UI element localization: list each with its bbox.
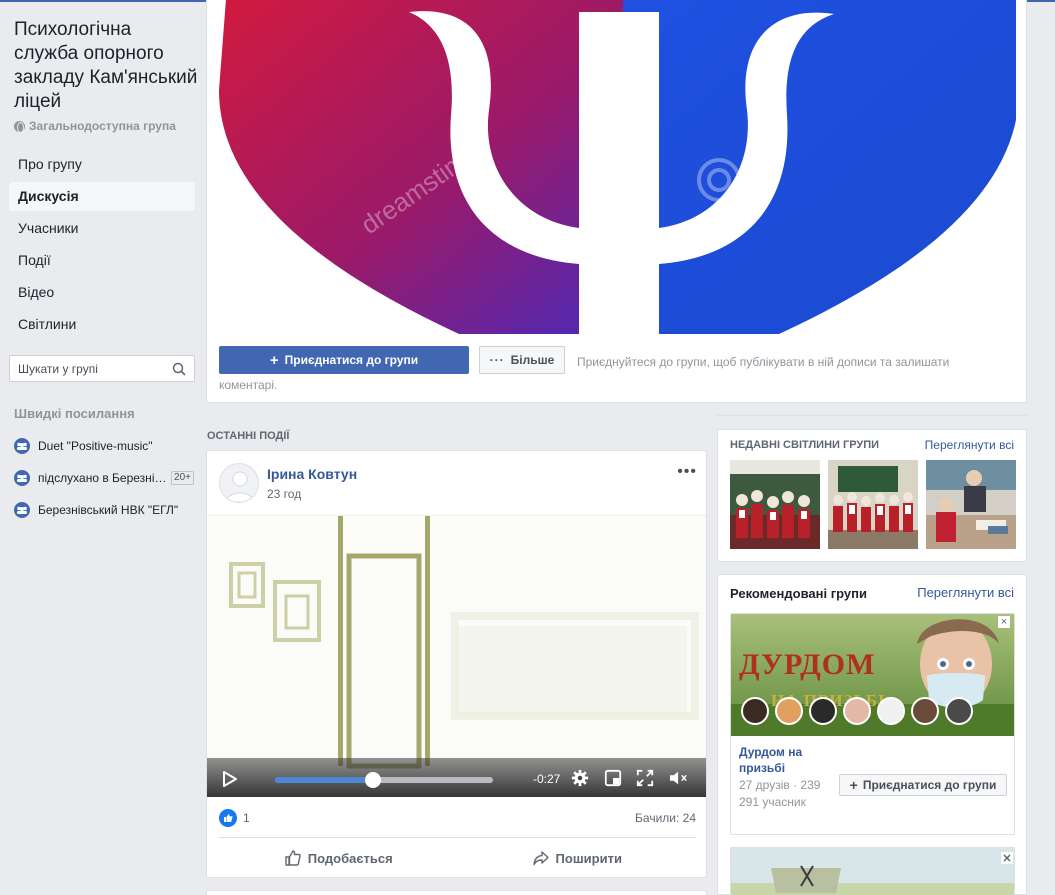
like-button[interactable]: Подобається bbox=[219, 845, 458, 871]
video-progress-fill bbox=[275, 777, 374, 783]
photos-see-all-link[interactable]: Переглянути всі bbox=[925, 438, 1014, 452]
video-progress-bar[interactable] bbox=[275, 772, 493, 788]
nav-item-photos[interactable]: Світлини bbox=[9, 310, 195, 339]
group-banner bbox=[731, 848, 1014, 895]
post-actions: Подобається Поширити bbox=[219, 845, 696, 871]
divider bbox=[219, 837, 696, 838]
post-options-icon[interactable]: ••• bbox=[677, 463, 697, 481]
quick-link-label: Березнівський НВК "ЕГЛ" bbox=[38, 503, 179, 517]
fullscreen-icon[interactable] bbox=[635, 769, 655, 787]
share-button[interactable]: Поширити bbox=[458, 845, 697, 871]
join-recommended-label: Приєднатися до групи bbox=[862, 778, 997, 792]
more-label: Більше bbox=[510, 353, 555, 367]
video-controls: -0:27 bbox=[207, 758, 706, 797]
banner-title-text: ДУРДОМ bbox=[739, 648, 875, 681]
divider bbox=[717, 415, 1027, 416]
quick-link-label: Duet "Positive-music" bbox=[38, 439, 153, 453]
group-search-input[interactable] bbox=[10, 356, 160, 381]
post-card: Ірина Ковтун 23 год ••• -0:27 1 Бачили: … bbox=[206, 450, 707, 878]
quick-links-list: Duet "Positive-music" підслухано в Берез… bbox=[14, 430, 194, 526]
recommended-groups-title: Рекомендовані групи bbox=[730, 586, 867, 601]
nav-item-members[interactable]: Учасники bbox=[9, 214, 195, 243]
nav-item-about[interactable]: Про групу bbox=[9, 150, 195, 179]
join-group-label: Приєднатися до групи bbox=[284, 353, 419, 367]
plus-icon: + bbox=[269, 351, 279, 369]
post-timestamp[interactable]: 23 год bbox=[267, 487, 301, 501]
cover-photo[interactable]: dreamstime dreamstime bbox=[219, 0, 1016, 334]
plus-icon: + bbox=[849, 777, 858, 793]
like-count[interactable]: 1 bbox=[243, 811, 250, 825]
recommended-group-item[interactable] bbox=[730, 847, 1015, 895]
close-icon[interactable]: × bbox=[998, 616, 1010, 628]
recent-events-label: ОСТАННІ ПОДІЇ bbox=[207, 430, 290, 442]
join-group-button[interactable]: + Приєднатися до групи bbox=[219, 346, 469, 374]
like-reaction-icon[interactable] bbox=[219, 809, 237, 827]
recent-photos-card: НЕДАВНІ СВІТЛИНИ ГРУПИ Переглянути всі bbox=[717, 429, 1027, 562]
groups-see-all-link[interactable]: Переглянути всі bbox=[917, 585, 1014, 600]
quick-link-item[interactable]: підслухано в Березнівському 20+ bbox=[14, 462, 194, 494]
photo-thumbnail[interactable] bbox=[730, 460, 820, 549]
globe-icon bbox=[14, 120, 25, 133]
video-frame bbox=[207, 516, 706, 797]
group-title[interactable]: Психологічна служба опорного закладу Кам… bbox=[14, 18, 199, 114]
video-scrubber-handle[interactable] bbox=[365, 772, 382, 788]
like-label: Подобається bbox=[307, 850, 393, 866]
recommended-group-name[interactable]: Дурдом на призьбі bbox=[739, 744, 819, 776]
group-icon bbox=[14, 502, 30, 518]
ellipsis-icon: ··· bbox=[489, 353, 505, 367]
left-sidebar: Психологічна служба опорного закладу Кам… bbox=[0, 0, 200, 895]
gear-icon[interactable] bbox=[570, 769, 590, 787]
view-count: Бачили: 24 bbox=[635, 811, 696, 825]
group-banner[interactable]: ДУРДОМ НА ПРИЗЬБІ × bbox=[731, 614, 1014, 736]
share-label: Поширити bbox=[555, 850, 622, 866]
photo-thumbnail[interactable] bbox=[926, 460, 1016, 549]
quick-link-item[interactable]: Березнівський НВК "ЕГЛ" bbox=[14, 494, 194, 526]
recommended-groups-card: Рекомендовані групи Переглянути всі ДУРД… bbox=[717, 574, 1027, 895]
new-posts-badge: 20+ bbox=[171, 471, 194, 485]
group-privacy: Загальнодоступна група bbox=[14, 119, 176, 133]
post-author[interactable]: Ірина Ковтун bbox=[267, 466, 357, 482]
nav-item-videos[interactable]: Відео bbox=[9, 278, 195, 307]
nav-item-events[interactable]: Події bbox=[9, 246, 195, 275]
thumbs-up-icon bbox=[285, 850, 301, 866]
video-time-remaining: -0:27 bbox=[533, 772, 561, 786]
recommended-group-meta: 27 друзів · 239 291 учасник bbox=[739, 778, 821, 809]
nav-item-discussion[interactable]: Дискусія bbox=[9, 182, 195, 211]
quick-link-item[interactable]: Duet "Positive-music" bbox=[14, 430, 194, 462]
privacy-label: Загальнодоступна група bbox=[29, 119, 176, 133]
group-icon bbox=[14, 438, 30, 454]
recent-photos-title: НЕДАВНІ СВІТЛИНИ ГРУПИ bbox=[730, 439, 880, 451]
group-icon bbox=[14, 470, 30, 486]
video-player[interactable]: -0:27 bbox=[207, 515, 706, 797]
recommended-group-item: ДУРДОМ НА ПРИЗЬБІ × Дурдом на bbox=[730, 613, 1015, 835]
share-icon bbox=[532, 851, 549, 866]
play-icon[interactable] bbox=[223, 771, 237, 787]
photo-thumbnail[interactable] bbox=[828, 460, 918, 549]
group-nav: Про групу Дискусія Учасники Події Відео … bbox=[9, 150, 195, 342]
quick-links-title: Швидкі посилання bbox=[14, 406, 135, 421]
picture-in-picture-icon[interactable] bbox=[603, 769, 623, 787]
search-icon[interactable] bbox=[172, 362, 186, 376]
quick-link-label: підслухано в Березнівському bbox=[38, 471, 167, 485]
post-stats: 1 Бачили: 24 bbox=[219, 807, 696, 829]
join-recommended-group-button[interactable]: + Приєднатися до групи bbox=[839, 774, 1007, 796]
more-button[interactable]: ··· Більше bbox=[479, 346, 565, 374]
mute-icon[interactable] bbox=[667, 769, 691, 787]
next-post-card bbox=[206, 890, 707, 895]
avatar[interactable] bbox=[219, 463, 259, 503]
group-cover-card: dreamstime dreamstime Приєднуйтеся до гр… bbox=[206, 0, 1027, 403]
group-search bbox=[9, 355, 195, 382]
